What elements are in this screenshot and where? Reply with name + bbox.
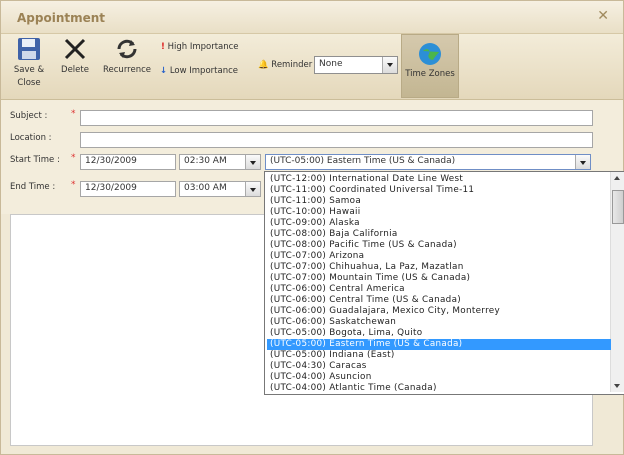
toolbar: Save & Close Delete Recurrence ! High Im…	[1, 34, 623, 100]
appointment-window: Appointment ✕ Save & Close Delete Recurr…	[0, 0, 624, 455]
bell-icon: 🔔	[258, 60, 269, 70]
location-input[interactable]	[80, 132, 593, 148]
end-time-value: 03:00 AM	[184, 183, 227, 193]
required-marker: *	[71, 153, 76, 163]
timezone-option[interactable]: (UTC-12:00) International Date Line West	[267, 174, 611, 185]
chevron-down-icon[interactable]	[575, 155, 590, 169]
timezone-option[interactable]: (UTC-08:00) Baja California	[267, 229, 611, 240]
scroll-down-icon[interactable]	[614, 384, 620, 388]
timezone-option[interactable]: (UTC-07:00) Mountain Time (US & Canada)	[267, 273, 611, 284]
globe-icon	[419, 43, 441, 65]
timezone-option[interactable]: (UTC-07:00) Arizona	[267, 251, 611, 262]
high-importance-label: High Importance	[167, 42, 239, 52]
end-time-select[interactable]: 03:00 AM	[179, 181, 261, 197]
low-importance-label: Low Importance	[169, 66, 238, 76]
time-zones-button[interactable]: Time Zones	[401, 34, 459, 98]
timezone-option[interactable]: (UTC-05:00) Bogota, Lima, Quito	[267, 328, 611, 339]
end-date-input[interactable]: 12/30/2009	[80, 181, 176, 197]
save-close-button[interactable]: Save & Close	[9, 36, 49, 90]
end-time-label: End Time :	[10, 182, 56, 192]
timezone-option[interactable]: (UTC-06:00) Central Time (US & Canada)	[267, 295, 611, 306]
timezone-option[interactable]: (UTC-11:00) Samoa	[267, 196, 611, 207]
subject-label: Subject :	[10, 111, 48, 121]
reminder-select[interactable]: None	[314, 56, 398, 74]
timezone-option[interactable]: (UTC-04:00) Atlantic Time (Canada)	[267, 383, 611, 394]
time-zones-label: Time Zones	[405, 69, 455, 79]
chevron-down-icon[interactable]	[245, 182, 260, 196]
recurrence-label: Recurrence	[103, 65, 151, 75]
timezone-value: (UTC-05:00) Eastern Time (US & Canada)	[270, 156, 456, 166]
scroll-up-icon[interactable]	[614, 176, 620, 180]
reminder-label-group: 🔔 Reminder	[258, 60, 312, 70]
timezone-option[interactable]: (UTC-10:00) Hawaii	[267, 207, 611, 218]
title-bar: Appointment ✕	[1, 1, 623, 34]
timezone-option[interactable]: (UTC-06:00) Central America	[267, 284, 611, 295]
timezone-option[interactable]: (UTC-04:00) Asuncion	[267, 372, 611, 383]
required-marker: *	[71, 109, 76, 119]
start-time-value: 02:30 AM	[184, 156, 227, 166]
end-date-value: 12/30/2009	[85, 183, 137, 193]
chevron-down-icon[interactable]	[245, 155, 260, 169]
start-date-input[interactable]: 12/30/2009	[80, 154, 176, 170]
subject-input[interactable]	[80, 110, 593, 126]
start-time-label: Start Time :	[10, 155, 60, 165]
start-time-select[interactable]: 02:30 AM	[179, 154, 261, 170]
start-date-value: 12/30/2009	[85, 156, 137, 166]
required-marker: *	[71, 180, 76, 190]
floppy-disk-icon	[18, 38, 40, 60]
timezone-select[interactable]: (UTC-05:00) Eastern Time (US & Canada)	[265, 154, 591, 170]
recurrence-icon	[117, 39, 137, 59]
timezone-option[interactable]: (UTC-05:00) Eastern Time (US & Canada)	[267, 339, 611, 350]
timezone-option[interactable]: (UTC-06:00) Guadalajara, Mexico City, Mo…	[267, 306, 611, 317]
delete-label: Delete	[61, 65, 89, 75]
low-importance-button[interactable]: ↓ Low Importance	[160, 66, 238, 76]
save-close-label: Save & Close	[13, 65, 45, 88]
reminder-label: Reminder	[271, 60, 313, 70]
scrollbar-thumb[interactable]	[612, 190, 624, 224]
recurrence-button[interactable]: Recurrence	[101, 36, 153, 77]
scrollbar[interactable]	[610, 172, 624, 392]
timezone-dropdown-list: (UTC-12:00) International Date Line West…	[264, 171, 624, 395]
exclamation-icon: !	[161, 42, 165, 52]
chevron-down-icon[interactable]	[382, 57, 397, 73]
timezone-option[interactable]: (UTC-11:00) Coordinated Universal Time-1…	[267, 185, 611, 196]
high-importance-button[interactable]: ! High Importance	[161, 42, 239, 52]
timezone-option[interactable]: (UTC-04:30) Caracas	[267, 361, 611, 372]
down-arrow-icon: ↓	[160, 66, 168, 76]
timezone-option[interactable]: (UTC-07:00) Chihuahua, La Paz, Mazatlan	[267, 262, 611, 273]
timezone-option[interactable]: (UTC-09:00) Alaska	[267, 218, 611, 229]
window-title: Appointment	[17, 11, 106, 25]
reminder-value: None	[319, 59, 343, 69]
close-icon[interactable]: ✕	[597, 8, 609, 24]
timezone-option[interactable]: (UTC-06:00) Saskatchewan	[267, 317, 611, 328]
timezone-option[interactable]: (UTC-08:00) Pacific Time (US & Canada)	[267, 240, 611, 251]
timezone-option[interactable]: (UTC-05:00) Indiana (East)	[267, 350, 611, 361]
delete-x-icon	[64, 38, 86, 60]
delete-button[interactable]: Delete	[57, 36, 93, 77]
location-label: Location :	[10, 133, 52, 143]
